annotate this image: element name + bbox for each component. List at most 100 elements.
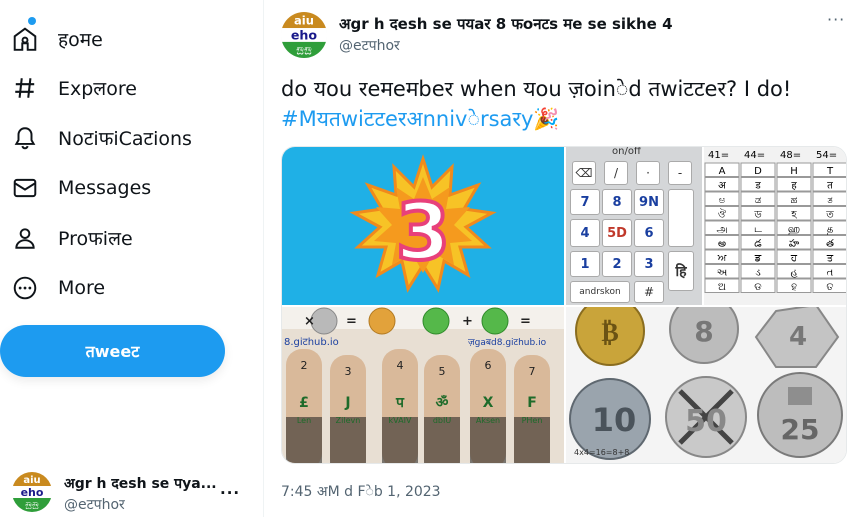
table-cell-text: ਤ (826, 253, 834, 264)
coin-label: 50 (685, 404, 727, 439)
table-header: 44= (744, 150, 765, 161)
table-cell-text: ஹ (788, 224, 800, 235)
tweet-media-grid[interactable]: 3 on/off ⌫ / · - 7 8 9N 4 5D 6 1 2 3 हि … (281, 146, 847, 464)
table-cell-text: ಹ (791, 195, 798, 206)
sidebar: हoमe Expलore NoटiफiCaटions Messages Proफ… (0, 0, 262, 517)
keyboard-toggle-label: on/off (612, 147, 641, 157)
keyboard-key: 7 (570, 189, 600, 215)
account-more-button[interactable]: ··· (220, 484, 240, 502)
table-cell-text: ଡ (754, 282, 762, 293)
svg-text:×: × (304, 314, 315, 329)
notification-dot (28, 17, 36, 25)
table-cell-text: హ (789, 239, 800, 250)
coin-label: 8 (694, 315, 713, 348)
table-cell-text: ड (754, 181, 761, 192)
finger-sublabel: dbIU (433, 416, 452, 425)
svg-text:=: = (346, 314, 357, 329)
finger-letter: £ (299, 395, 309, 411)
sidebar-item-messages[interactable]: Messages (0, 163, 180, 213)
keyboard-key: 8 (602, 189, 632, 215)
tweet-timestamp[interactable]: 7:45 अM d Fेb 1, 2023 (281, 482, 441, 501)
script-table: 41= 44= 48= 54= A D H T अ ड ह त ಅ ಡ ಹ ತ ঔ ড হ ত அ ட ஹ த అ డ హ త ਅ ਡ ਹ ਤ… (704, 150, 846, 293)
tweet-detail: aiu eho ಔಔ अgr h दesh se पयaर 8 फoनटs मe… (264, 0, 863, 517)
table-header: 41= (708, 150, 729, 161)
table-cell-text: அ (716, 224, 727, 235)
table-cell-text: డ (754, 239, 762, 250)
keyboard-key: # (634, 281, 664, 303)
tweet-author-avatar[interactable]: aiu eho ಔಔ (281, 12, 327, 58)
keyboard-key: 1 (570, 251, 600, 277)
table-cell-text: হ (790, 210, 797, 221)
script-table-image[interactable]: 41= 44= 48= 54= A D H T अ ड ह त ಅ ಡ ಹ ತ ঔ ড হ ত அ ட ஹ த అ డ హ త ਅ ਡ ਹ ਤ… (704, 147, 846, 305)
table-cell-text: અ (717, 268, 728, 279)
sidebar-item-explore[interactable]: Expलore (0, 63, 150, 113)
table-cell-text: ಡ (755, 195, 761, 206)
table-cell-text: अ (718, 181, 726, 192)
anniversary-image[interactable]: 3 (282, 147, 564, 305)
tweet-text: do यou रeमeमbeर when यou ज़oinेd तwiटटeर… (281, 74, 851, 134)
finger-letter: F (527, 395, 537, 411)
hash-icon (15, 78, 35, 98)
finger-letter: X (483, 395, 494, 411)
svg-text:₿: ₿ (601, 318, 618, 348)
tweet-author-name[interactable]: अgr h दesh se पयaर 8 फoनटs मe se sikhe 4 (339, 14, 673, 34)
keyboard-key: 2 (602, 251, 632, 277)
table-cell-text: ह (791, 181, 797, 192)
keyboard-key: 6 (634, 219, 664, 247)
table-cell-text: ত (825, 210, 834, 221)
table-cell-text: त (827, 181, 833, 192)
sidebar-item-profile[interactable]: Proफiलe (0, 213, 150, 263)
table-cell-text: T (826, 166, 834, 177)
finger-number: 3 (345, 365, 352, 378)
finger-number: 5 (439, 365, 446, 378)
keyboard-key: 5D (602, 219, 632, 247)
sidebar-item-home[interactable]: हoमe (0, 14, 120, 64)
github-link-left: 8.giटhub.io (284, 337, 339, 348)
sidebar-item-label: Messages (58, 177, 152, 199)
table-cell-text: A (719, 166, 726, 177)
sidebar-item-label: NoटiफiCaटions (58, 128, 192, 150)
svg-text:+: + (462, 314, 473, 329)
finger-number: 6 (485, 359, 492, 372)
table-cell-text: ਅ (717, 253, 727, 264)
keyboard-key: 3 (634, 251, 664, 277)
tweet-body: do यou रeमeमbeर when यou ज़oinेd तwiटटeर… (281, 77, 792, 101)
sidebar-item-more[interactable]: More (0, 263, 120, 313)
tweet-more-button[interactable]: ··· (827, 10, 845, 29)
sidebar-item-notifications[interactable]: NoटiफiCaटions (0, 113, 210, 163)
table-cell-text: ঔ (718, 209, 727, 221)
coins-image[interactable]: ₿ 8 4 10 4x4=16=8+8 50 25 (566, 307, 846, 463)
hashtag-link[interactable]: #Mयतwiटटeरअnnivेrsaरy (281, 107, 533, 131)
bell-icon (14, 127, 36, 150)
tweet-author-handle[interactable]: @eटपhoर (339, 36, 400, 55)
tweet-button[interactable]: तweeट (0, 325, 225, 377)
fingers-image[interactable]: × = + = 8.giटhub.io ज़gaबd8.giटhub.io 2 £… (282, 307, 564, 463)
sidebar-item-label: हoमe (58, 29, 103, 51)
github-link-right: ज़gaबd8.giटhub.io (468, 338, 547, 348)
table-cell-text: ଅ (718, 282, 726, 293)
finger-letter: J (344, 395, 350, 411)
finger-letter: ॐ (436, 394, 449, 411)
keyboard-side-key: हि (668, 251, 694, 291)
table-cell-text: H (790, 166, 798, 177)
account-switcher[interactable]: aiu eho ಔಔ अgr h दesh se पya... @eटपhoर … (0, 462, 250, 517)
account-handle: @eटपhoर (64, 497, 125, 513)
party-popper-icon: 🎉 (533, 107, 560, 131)
table-cell-text: ਡ (754, 253, 762, 264)
table-cell-text: હ (790, 268, 798, 279)
table-cell-text: అ (718, 239, 726, 250)
finger-sublabel: PHen (522, 416, 543, 425)
table-cell-text: ହ (791, 282, 797, 293)
avatar-text-top: aiu (23, 475, 40, 486)
svg-text:=: = (520, 314, 531, 329)
table-cell-text: త (826, 239, 834, 250)
keyboard-brand-key: andrskon (570, 281, 630, 303)
keyboard-key: - (668, 161, 692, 185)
sidebar-item-label: More (58, 277, 106, 299)
table-cell-text: ಅ (719, 195, 726, 206)
keyboard-image[interactable]: on/off ⌫ / · - 7 8 9N 4 5D 6 1 2 3 हि an… (566, 147, 702, 305)
coin-label: 10 (592, 401, 637, 439)
avatar: aiu eho ಔಔ (12, 472, 52, 512)
table-cell-text: ତ (826, 282, 833, 293)
table-cell-text: ડ (755, 268, 761, 279)
